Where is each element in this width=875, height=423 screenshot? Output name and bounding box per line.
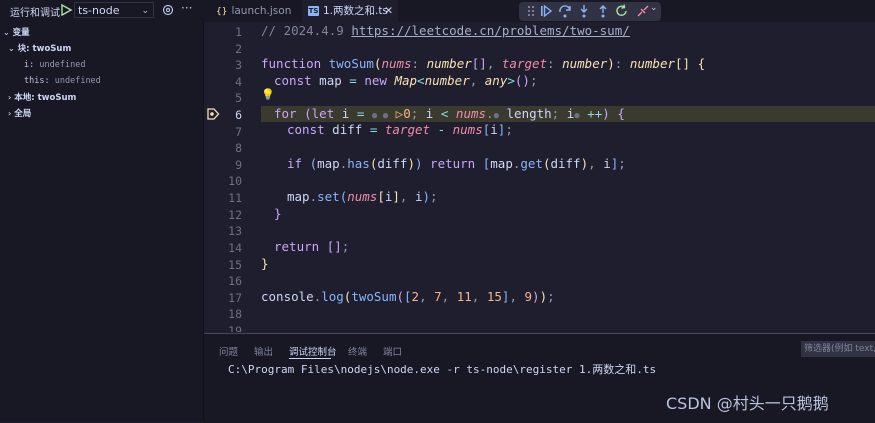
variable-value: undefined: [39, 60, 86, 70]
chevron-down-icon[interactable]: ⌄: [650, 3, 658, 13]
line-number: 7: [235, 125, 242, 139]
code-line-9: if (map.has(diff)) return [map.get(diff)…: [287, 156, 626, 171]
chevron-down-icon: ⌄: [8, 44, 15, 53]
code-line-12: }: [274, 206, 282, 221]
variables-section-header[interactable]: ⌄ 变量: [3, 25, 30, 41]
step-into-icon[interactable]: [576, 3, 592, 19]
typescript-icon: TS: [308, 6, 319, 16]
line-number: 13: [228, 224, 242, 238]
line-number: 18: [228, 307, 242, 321]
line-number: 2: [235, 42, 242, 56]
scope-local[interactable]: › 本地: twoSum: [8, 90, 76, 106]
variable-row[interactable]: this: undefined: [24, 73, 101, 89]
line-number: 17: [228, 291, 242, 305]
line-number: 10: [228, 174, 242, 188]
launch-config-select[interactable]: ts-node ⌄: [74, 2, 154, 18]
tab-output[interactable]: 输出: [254, 344, 273, 358]
code-line-11: map.set(nums[i], i);: [287, 189, 438, 204]
active-tab-indicator: [289, 358, 331, 359]
line-number: 9: [235, 158, 242, 172]
run-and-debug-title: 运行和调试: [10, 8, 60, 19]
code-line-3: function twoSum(nums: number[], target: …: [261, 56, 706, 71]
chevron-right-icon: ›: [8, 109, 12, 118]
line-number: 8: [235, 141, 242, 155]
scope-label: 本地: twoSum: [14, 93, 77, 103]
code-line-15: }: [261, 256, 269, 271]
variable-row[interactable]: i: undefined: [24, 57, 85, 73]
line-number: 4: [235, 75, 242, 89]
line-number: 14: [228, 241, 242, 255]
lightbulb-icon[interactable]: 💡: [261, 88, 275, 101]
comment: // 2024.4.9: [261, 23, 352, 38]
tab-ports[interactable]: 端口: [383, 344, 402, 358]
line-number: 15: [228, 258, 242, 272]
chevron-right-icon: ›: [8, 93, 12, 102]
start-debugging-icon[interactable]: [59, 3, 73, 17]
variable-value: undefined: [54, 76, 101, 86]
step-out-icon[interactable]: [595, 3, 611, 19]
debug-sidebar: ⌄ 变量 ⌄ 块: twoSum i: undefined this: unde…: [0, 22, 204, 422]
chevron-down-icon: ⌄: [3, 28, 10, 37]
close-icon[interactable]: ✕: [384, 0, 393, 22]
line-number: 3: [235, 58, 242, 72]
comment-link[interactable]: https://leetcode.cn/problems/two-sum/: [351, 23, 629, 38]
line-number: 5: [235, 91, 242, 105]
disconnect-icon[interactable]: [635, 3, 651, 19]
code-line-4: const map = new Map<number, any>();: [274, 73, 538, 88]
csdn-watermark: CSDN @村头一只鹅鹅: [666, 394, 829, 413]
continue-icon[interactable]: [538, 3, 554, 19]
line-number: 12: [228, 208, 242, 222]
tab-launch-json[interactable]: {} launch.json: [210, 0, 302, 22]
line-number: 1: [235, 25, 242, 39]
line-number: 19: [228, 324, 242, 332]
code-line-1: // 2024.4.9 https://leetcode.cn/problems…: [261, 23, 630, 38]
drag-handle-icon[interactable]: [523, 3, 539, 19]
tab-label: 1.两数之和.ts: [323, 5, 388, 17]
breakpoint-paused-icon[interactable]: [207, 108, 220, 120]
gear-icon[interactable]: [161, 3, 175, 17]
step-over-icon[interactable]: [557, 3, 573, 19]
line-number: 11: [228, 191, 242, 205]
more-actions-button[interactable]: ···: [181, 1, 192, 15]
restart-icon[interactable]: [614, 3, 630, 19]
console-filter-input[interactable]: 筛选器(例如 text,: [801, 341, 875, 357]
scope-label: 块: twoSum: [17, 44, 72, 54]
title-bar: 运行和调试 ts-node ⌄ ··· {} launch.json TS 1.两数…: [0, 0, 875, 22]
variable-name: this: [24, 76, 45, 86]
console-output-line: C:\Program Files\nodejs\node.exe -r ts-n…: [228, 363, 657, 376]
code-line-17: console.log(twoSum([2, 7, 11, 15], 9));: [261, 289, 555, 304]
code-line-14: return [];: [274, 239, 350, 254]
tab-label: launch.json: [231, 5, 292, 17]
scope-label: 全局: [14, 109, 32, 119]
line-number: 16: [228, 274, 242, 288]
tab-problems[interactable]: 问题: [219, 344, 238, 358]
tab-two-sum[interactable]: TS 1.两数之和.ts ✕: [302, 0, 398, 22]
section-title: 变量: [12, 28, 30, 38]
json-braces-icon: {}: [216, 7, 228, 17]
tab-terminal[interactable]: 终端: [348, 344, 367, 358]
scope-block[interactable]: ⌄ 块: twoSum: [8, 41, 71, 57]
scope-global[interactable]: › 全局: [8, 106, 31, 122]
code-line-6: for (let i = ● ● ▷0; i < nums.● length; …: [274, 106, 625, 121]
tab-debug-console[interactable]: 调试控制台: [289, 344, 337, 358]
launch-config-value: ts-node: [78, 4, 120, 17]
debug-toolbar: ⌄: [519, 2, 661, 21]
code-line-7: const diff = target - nums[i];: [287, 122, 513, 137]
chevron-down-icon: ⌄: [141, 6, 149, 16]
